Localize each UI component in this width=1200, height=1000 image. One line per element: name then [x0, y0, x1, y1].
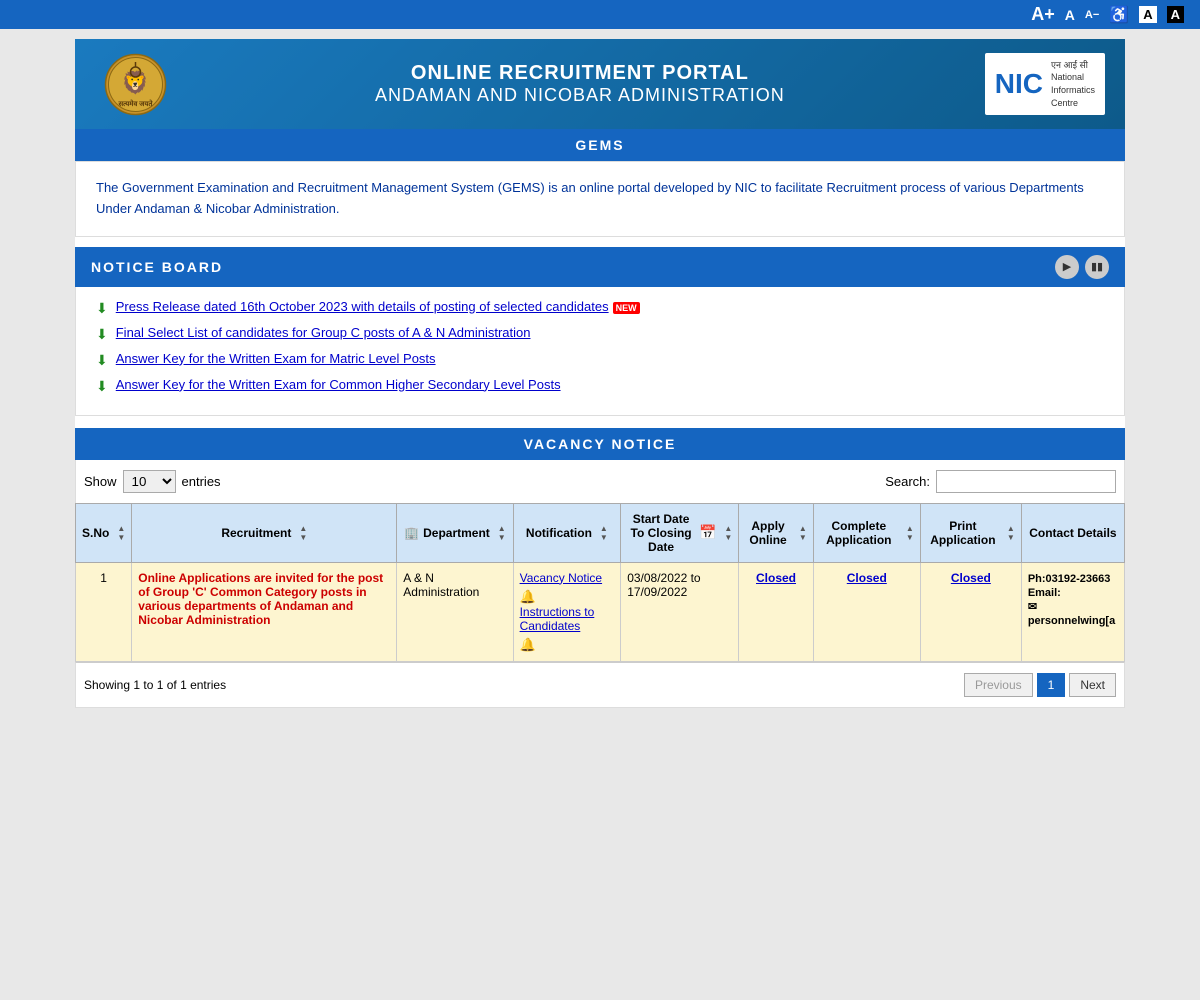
vacancy-table: S.No ▲▼ Recruitment ▲▼ 🏢 Department ▲▼	[75, 503, 1125, 662]
download-icon: ⬇	[96, 352, 108, 369]
col-sno: S.No ▲▼	[76, 503, 132, 562]
col-complete-app: Complete Application ▲▼	[813, 503, 920, 562]
nic-acronym: NIC	[995, 70, 1043, 98]
gems-bar: GEMS	[75, 129, 1125, 161]
pagination-info: Showing 1 to 1 of 1 entries	[84, 678, 226, 692]
notice-board-header: NOTICE BOARD ▶ ▮▮	[75, 247, 1125, 287]
list-item: ⬇ Answer Key for the Written Exam for Co…	[96, 377, 1104, 395]
col-print-app: Print Application ▲▼	[920, 503, 1021, 562]
download-icon: ⬇	[96, 300, 108, 317]
pagination-controls: Previous 1 Next	[964, 673, 1116, 697]
list-item: ⬇ Final Select List of candidates for Gr…	[96, 325, 1104, 343]
col-department: 🏢 Department ▲▼	[397, 503, 513, 562]
contrast-white-button[interactable]: A	[1139, 6, 1156, 23]
search-label: Search:	[885, 474, 930, 489]
gems-description: The Government Examination and Recruitme…	[75, 161, 1125, 237]
svg-text:सत्यमेव जयते: सत्यमेव जयते	[117, 99, 153, 108]
nic-info: एन आई सी National Informatics Centre	[1051, 59, 1095, 109]
next-button[interactable]: Next	[1069, 673, 1116, 697]
print-app-closed-link[interactable]: Closed	[951, 571, 991, 585]
instructions-link[interactable]: Instructions to Candidates	[520, 605, 615, 633]
table-row: 1 Online Applications are invited for th…	[76, 562, 1125, 661]
complete-app-closed-link[interactable]: Closed	[847, 571, 887, 585]
notice-link-3[interactable]: Answer Key for the Written Exam for Matr…	[116, 351, 436, 366]
notice-link-2[interactable]: Final Select List of candidates for Grou…	[116, 325, 531, 340]
list-item: ⬇ Press Release dated 16th October 2023 …	[96, 299, 1104, 317]
svg-text:🦁: 🦁	[121, 70, 148, 95]
portal-subtitle: ANDAMAN AND NICOBAR ADMINISTRATION	[175, 85, 985, 106]
header: 🦁 सत्यमेव जयते ONLINE RECRUITMENT PORTAL…	[75, 39, 1125, 129]
notice-link-1[interactable]: Press Release dated 16th October 2023 wi…	[116, 299, 609, 314]
portal-title: ONLINE RECRUITMENT PORTAL	[175, 62, 985, 85]
contrast-black-button[interactable]: A	[1167, 6, 1184, 23]
download-icon: ⬇	[96, 326, 108, 343]
apply-online-closed-link[interactable]: Closed	[756, 571, 796, 585]
cell-dates: 03/08/2022 to 17/09/2022	[621, 562, 739, 661]
accessibility-bar: A+ A A− ♿ A A	[0, 0, 1200, 29]
list-item: ⬇ Answer Key for the Written Exam for Ma…	[96, 351, 1104, 369]
cell-notification: Vacancy Notice 🔔 Instructions to Candida…	[513, 562, 621, 661]
cell-sno: 1	[76, 562, 132, 661]
cell-print-app: Closed	[920, 562, 1021, 661]
notice-list: ⬇ Press Release dated 16th October 2023 …	[75, 287, 1125, 416]
col-apply-online: Apply Online ▲▼	[739, 503, 813, 562]
cell-contact: Ph:03192-23663Email:✉ personnelwing[a	[1021, 562, 1124, 661]
col-notification: Notification ▲▼	[513, 503, 621, 562]
search-box: Search:	[885, 470, 1116, 493]
col-dates: Start Date To Closing Date 📅 ▲▼	[621, 503, 739, 562]
previous-button[interactable]: Previous	[964, 673, 1033, 697]
cell-department: A & N Administration	[397, 562, 513, 661]
accessibility-icon: ♿	[1109, 5, 1129, 25]
new-badge: NEW	[613, 302, 640, 314]
font-increase-button[interactable]: A+	[1031, 4, 1055, 25]
vacancy-notice-link[interactable]: Vacancy Notice	[520, 571, 615, 585]
cell-recruitment: Online Applications are invited for the …	[132, 562, 397, 661]
vacancy-notice-header: VACANCY NOTICE	[75, 428, 1125, 460]
cell-apply-online: Closed	[739, 562, 813, 661]
main-container: 🦁 सत्यमेव जयते ONLINE RECRUITMENT PORTAL…	[75, 39, 1125, 708]
header-title: ONLINE RECRUITMENT PORTAL ANDAMAN AND NI…	[175, 62, 985, 106]
entries-select[interactable]: 10 25 50 100	[123, 470, 176, 493]
font-decrease-button[interactable]: A−	[1085, 9, 1099, 21]
notice-controls[interactable]: ▶ ▮▮	[1055, 255, 1109, 279]
notice-board-title: NOTICE BOARD	[91, 259, 223, 275]
show-label: Show	[84, 474, 117, 489]
bell-icon: 🔔	[520, 589, 536, 604]
bell-icon-2: 🔔	[520, 637, 536, 652]
entries-label: entries	[182, 474, 221, 489]
pagination-bar: Showing 1 to 1 of 1 entries Previous 1 N…	[75, 662, 1125, 708]
notice-link-4[interactable]: Answer Key for the Written Exam for Comm…	[116, 377, 561, 392]
notice-play-button[interactable]: ▶	[1055, 255, 1079, 279]
search-input[interactable]	[936, 470, 1116, 493]
col-recruitment: Recruitment ▲▼	[132, 503, 397, 562]
page-1-button[interactable]: 1	[1037, 673, 1066, 697]
nic-logo: NIC एन आई सी National Informatics Centre	[985, 53, 1105, 115]
cell-complete-app: Closed	[813, 562, 920, 661]
vacancy-controls: Show 10 25 50 100 entries Search:	[75, 460, 1125, 503]
notice-pause-button[interactable]: ▮▮	[1085, 255, 1109, 279]
download-icon: ⬇	[96, 378, 108, 395]
col-contact: Contact Details	[1021, 503, 1124, 562]
show-entries: Show 10 25 50 100 entries	[84, 470, 221, 493]
emblem-logo: 🦁 सत्यमेव जयते	[95, 49, 175, 119]
font-normal-button[interactable]: A	[1065, 7, 1075, 23]
